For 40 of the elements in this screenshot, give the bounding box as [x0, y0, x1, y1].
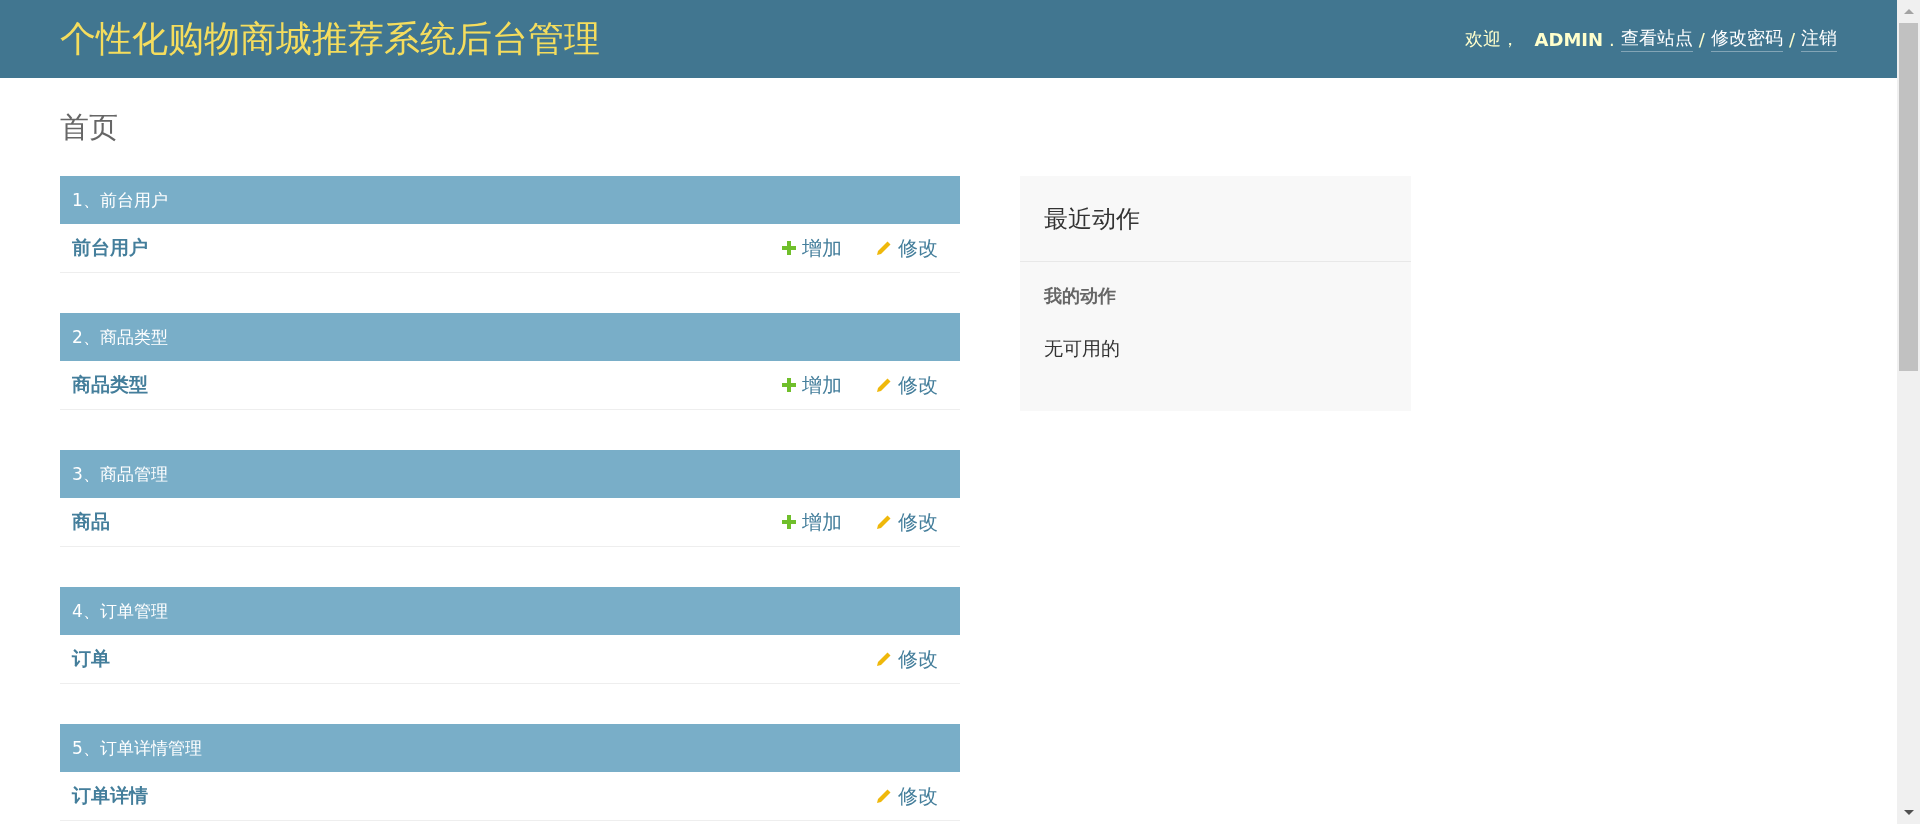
plus-icon	[782, 378, 796, 392]
change-link[interactable]: 修改	[876, 371, 938, 399]
separator-text: /	[1788, 28, 1795, 50]
pencil-icon	[876, 377, 892, 393]
pencil-icon	[876, 514, 892, 530]
change-link[interactable]: 修改	[876, 782, 938, 810]
add-link[interactable]: 增加	[782, 508, 842, 536]
module-caption: 3、商品管理	[60, 450, 960, 498]
add-link[interactable]: 增加	[782, 234, 842, 262]
plus-icon	[782, 241, 796, 255]
module-caption: 2、商品类型	[60, 313, 960, 361]
site-title: 个性化购物商城推荐系统后台管理	[60, 16, 600, 61]
plus-icon	[782, 515, 796, 529]
change-link[interactable]: 修改	[876, 508, 938, 536]
pencil-icon	[876, 788, 892, 804]
model-link[interactable]: 订单详情	[72, 783, 148, 809]
separator-text: .	[1609, 28, 1615, 50]
model-link[interactable]: 前台用户	[72, 235, 148, 261]
header-link[interactable]: 查看站点	[1620, 26, 1693, 52]
username: ADMIN	[1534, 28, 1604, 50]
header-link[interactable]: 注销	[1801, 26, 1837, 52]
welcome-text: 欢迎，	[1464, 27, 1519, 51]
separator-text: /	[1698, 28, 1705, 50]
model-link[interactable]: 商品	[72, 509, 110, 535]
header-link[interactable]: 修改密码	[1710, 26, 1783, 52]
model-link[interactable]: 商品类型	[72, 372, 148, 398]
module-caption: 1、前台用户	[60, 176, 960, 224]
scrollbar[interactable]	[1897, 0, 1920, 824]
page-title: 首页	[60, 109, 119, 146]
pencil-icon	[876, 240, 892, 256]
empty-message: 无可用的	[1044, 336, 1121, 361]
pencil-icon	[876, 651, 892, 667]
panel-subtitle: 我的动作	[1044, 284, 1117, 308]
model-link[interactable]: 订单	[72, 646, 110, 672]
panel-title: 最近动作	[1020, 176, 1411, 262]
module-caption: 4、订单管理	[60, 587, 960, 635]
module-caption: 5、订单详情管理	[60, 724, 960, 772]
change-link[interactable]: 修改	[876, 234, 938, 262]
change-link[interactable]: 修改	[876, 645, 938, 673]
add-link[interactable]: 增加	[782, 371, 842, 399]
